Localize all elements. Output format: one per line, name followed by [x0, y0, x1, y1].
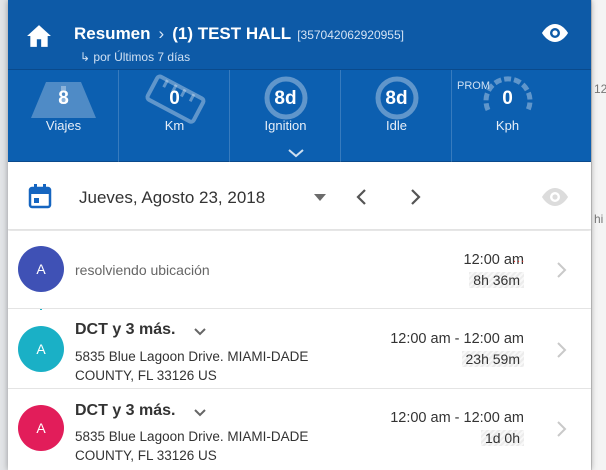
background-page-right: [591, 0, 606, 470]
stat-ignition-label: Ignition: [264, 118, 307, 133]
stat-distance[interactable]: 0 Km: [119, 70, 230, 162]
trip-row[interactable]: A resolviendo ubicación 12:00 am ... 8h …: [8, 231, 591, 309]
period-subtitle: ↳ por Últimos 7 días: [80, 50, 191, 64]
eye-icon[interactable]: [540, 22, 570, 44]
trip-time-range: 12:00 am - 12:00 am: [390, 410, 524, 426]
stat-trips-label: Viajes: [45, 118, 82, 133]
trip-avatar: A: [18, 405, 64, 451]
selected-date[interactable]: Jueves, Agosto 23, 2018: [79, 188, 265, 208]
chevron-down-icon[interactable]: [193, 408, 207, 418]
trip-time-range: 12:00 am - 12:00 am: [390, 331, 524, 347]
ring-icon: [375, 76, 419, 120]
stat-ignition[interactable]: 8d Ignition: [230, 70, 341, 162]
stat-idle-value: 8d: [385, 88, 408, 109]
next-day-button[interactable]: [408, 187, 422, 207]
trip-duration: 23h 59m: [461, 351, 524, 367]
background-text-fragment: hi: [594, 212, 604, 226]
chevron-down-icon[interactable]: [193, 327, 207, 337]
chevron-right-icon[interactable]: [555, 419, 567, 439]
trip-summary-panel: Resumen › (1) TEST HALL [357042062920955…: [8, 0, 591, 470]
eye-icon[interactable]: [540, 186, 570, 208]
stat-avg-speed[interactable]: PROM 0 Kph: [452, 70, 563, 162]
stat-idle[interactable]: 8d Idle: [341, 70, 452, 162]
stat-avg-speed-label: Kph: [495, 118, 520, 133]
ruler-icon: [145, 74, 206, 124]
stat-ignition-value: 8d: [274, 88, 297, 109]
trip-duration: 1d 0h: [480, 430, 524, 446]
stat-trips[interactable]: 8 Viajes: [8, 70, 119, 162]
calendar-icon[interactable]: [28, 183, 52, 209]
device-name: (1) TEST HALL: [172, 24, 292, 43]
trip-row[interactable]: A DCT y 3 más. 5835 Blue Lagoon Drive. M…: [8, 310, 591, 389]
ring-icon: [264, 76, 308, 120]
stat-trips-value: 8: [58, 88, 69, 109]
trip-destination-title: DCT y 3 más.: [75, 321, 176, 338]
trip-address: 5835 Blue Lagoon Drive. MIAMI-DADE COUNT…: [75, 349, 309, 383]
trip-avatar: A: [18, 246, 64, 292]
previous-day-button[interactable]: [355, 187, 369, 207]
home-icon[interactable]: [26, 24, 52, 48]
background-page-left: [0, 0, 8, 470]
trip-list: A resolviendo ubicación 12:00 am ... 8h …: [8, 231, 591, 470]
chevron-right-icon[interactable]: [555, 260, 567, 280]
panel-header: Resumen › (1) TEST HALL [357042062920955…: [8, 0, 591, 70]
road-icon: [31, 82, 96, 118]
caret-down-icon[interactable]: [314, 194, 326, 202]
stat-avg-speed-value: 0: [502, 88, 513, 109]
stat-idle-label: Idle: [386, 118, 407, 133]
trip-row[interactable]: A DCT y 3 más. 5835 Blue Lagoon Drive. M…: [8, 389, 591, 470]
date-selector-bar: Jueves, Agosto 23, 2018: [8, 163, 591, 230]
trip-destination-title: DCT y 3 más.: [75, 402, 176, 419]
page-title[interactable]: Resumen: [74, 24, 151, 44]
breadcrumb: Resumen › (1) TEST HALL [357042062920955…: [74, 24, 404, 44]
trip-location-status: resolviendo ubicación: [75, 262, 210, 278]
chevron-right-icon: ›: [158, 24, 165, 43]
trip-address: 5835 Blue Lagoon Drive. MIAMI-DADE COUNT…: [75, 429, 309, 463]
device-imei: [357042062920955]: [297, 28, 404, 42]
expand-stats-chevron-icon[interactable]: [287, 148, 305, 158]
background-text-fragment: 12: [594, 82, 606, 96]
stat-distance-value: 0: [169, 88, 180, 109]
trip-duration: 8h 36m: [469, 272, 524, 288]
stat-distance-label: Km: [164, 118, 185, 133]
chevron-right-icon[interactable]: [555, 340, 567, 360]
trip-avatar: A: [18, 326, 64, 372]
trip-alert-dots: ...: [513, 253, 526, 265]
